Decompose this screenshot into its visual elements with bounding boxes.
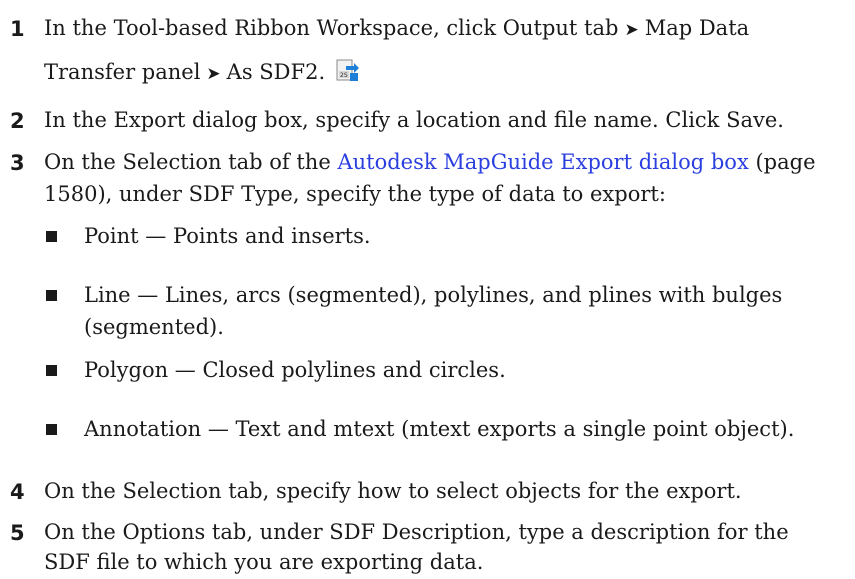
- bullet-text: Annotation — Text and mtext (mtext expor…: [84, 417, 795, 441]
- step-text-part: In the Tool-based Ribbon Workspace, clic…: [44, 16, 619, 40]
- bullet-text: Polygon — Closed polylines and circles.: [84, 358, 506, 382]
- step-text: SDF file to which you are exporting data…: [44, 550, 484, 574]
- step-text: On the Selection tab, specify how to sel…: [44, 479, 742, 503]
- step-text: 1580), under SDF Type, specify the type …: [44, 182, 666, 206]
- step-number: 4: [10, 480, 25, 504]
- step-number: 3: [10, 151, 25, 175]
- step-text-part: Transfer panel: [44, 60, 201, 84]
- step-text: On the Selection tab of the Autodesk Map…: [44, 146, 839, 179]
- bullet-marker: [46, 290, 57, 301]
- step-text-part: As SDF2.: [226, 60, 326, 84]
- arrow-icon: ➤: [624, 20, 639, 40]
- step-text: Transfer panel ➤ As SDF2. 2S: [44, 56, 839, 91]
- arrow-icon: ➤: [206, 64, 221, 84]
- step-text: In the Tool-based Ribbon Workspace, clic…: [44, 12, 839, 47]
- bullet-text: Line — Lines, arcs (segmented), polyline…: [84, 283, 783, 307]
- bullet-text: Point — Points and inserts.: [84, 224, 371, 248]
- bullet-text: (segmented).: [84, 315, 224, 339]
- step-number: 2: [10, 109, 25, 133]
- bullet-marker: [46, 365, 57, 376]
- sdf-export-icon: 2S: [336, 59, 360, 83]
- svg-text:2S: 2S: [340, 72, 348, 79]
- bullet-marker: [46, 231, 57, 242]
- bullet-marker: [46, 424, 57, 435]
- step-text-part: On the Selection tab of the: [44, 150, 338, 174]
- step-text: In the Export dialog box, specify a loca…: [44, 108, 784, 132]
- step-number: 5: [10, 521, 25, 545]
- step-text-part: (page: [748, 150, 816, 174]
- step-text: On the Options tab, under SDF Descriptio…: [44, 520, 789, 544]
- step-number: 1: [10, 17, 25, 41]
- mapguide-export-dialog-link[interactable]: Autodesk MapGuide Export dialog box: [337, 150, 748, 174]
- step-text-part: Map Data: [644, 16, 750, 40]
